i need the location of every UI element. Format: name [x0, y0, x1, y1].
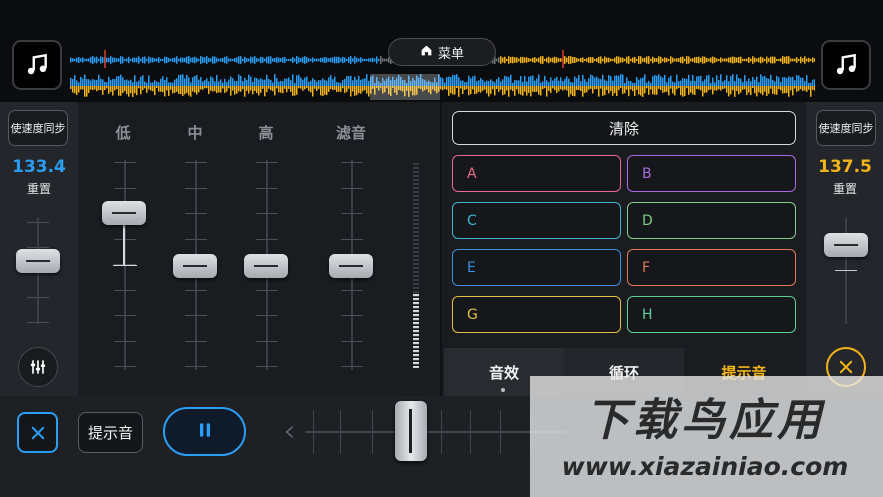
- pad-a[interactable]: A: [452, 155, 621, 192]
- music-note-icon[interactable]: [821, 40, 871, 90]
- eq-tick: [114, 340, 136, 342]
- eq-mid-knob[interactable]: [173, 254, 217, 278]
- eq-label-filter: 滤音: [335, 124, 366, 142]
- eq-tick: [185, 187, 207, 189]
- pad-label: H: [642, 306, 653, 323]
- eq-tick: [341, 315, 363, 316]
- pad-label: A: [467, 165, 477, 182]
- eq-tick: [256, 187, 278, 189]
- eq-tick: [256, 340, 278, 342]
- eq-tick: [341, 289, 363, 291]
- eq-high-knob[interactable]: [244, 254, 288, 278]
- eq-tick: [185, 340, 207, 342]
- eq-low-range-line: [123, 224, 125, 265]
- right-pitch-center-mark: [835, 270, 857, 271]
- right-reset-button[interactable]: 重置: [806, 180, 883, 197]
- menu-button[interactable]: 菜单: [388, 38, 496, 66]
- mixer-panel: [78, 102, 440, 396]
- pad-label: F: [642, 259, 651, 276]
- pad-label: G: [467, 306, 478, 323]
- pad-label: B: [642, 165, 652, 182]
- eq-tick: [114, 366, 136, 367]
- left-pitch-slider[interactable]: [16, 249, 60, 273]
- eq-tick: [114, 187, 136, 189]
- eq-tick: [185, 366, 207, 367]
- music-note-icon[interactable]: [12, 40, 62, 90]
- level-meter-fill: [413, 294, 419, 368]
- home-icon: [420, 44, 433, 61]
- eq-label-low: 低: [115, 124, 131, 142]
- eq-tick: [185, 315, 207, 316]
- pad-f[interactable]: F: [627, 249, 796, 286]
- eq-tick: [256, 315, 278, 316]
- pause-button[interactable]: [163, 407, 246, 456]
- eq-tick: [341, 187, 363, 189]
- eq-tick: [114, 289, 136, 291]
- playhead-window[interactable]: [370, 74, 440, 100]
- close-icon[interactable]: [17, 412, 58, 453]
- eq-tick: [341, 366, 363, 367]
- pad-h[interactable]: H: [627, 296, 796, 333]
- waveform-header: 菜单: [0, 0, 883, 102]
- eq-tick: [185, 289, 207, 291]
- pause-icon: [195, 420, 215, 444]
- eq-tick: [114, 238, 136, 240]
- clear-label: 清除: [608, 119, 639, 138]
- eq-low-knob[interactable]: [102, 201, 146, 225]
- crossfader-tick: [340, 410, 341, 454]
- pad-label: C: [467, 212, 477, 229]
- menu-label: 菜单: [437, 46, 464, 62]
- cue-button-label: 提示音: [87, 424, 133, 442]
- eq-tick: [341, 162, 363, 163]
- left-reset-button[interactable]: 重置: [0, 180, 78, 197]
- left-sync-button[interactable]: 使速度同步: [8, 110, 68, 146]
- tab-effects-label: 音效: [488, 363, 519, 382]
- crossfader-tick: [500, 410, 501, 454]
- crossfader-knob[interactable]: [395, 401, 427, 461]
- eq-tick: [341, 213, 363, 214]
- left-bpm: 133.4: [12, 157, 66, 177]
- pad-label: E: [467, 259, 476, 276]
- eq-tick: [114, 162, 136, 163]
- right-sync-label: 使速度同步: [818, 122, 874, 135]
- watermark-url: www.xiazainiao.com: [561, 452, 849, 481]
- crossfader-track: [305, 431, 565, 433]
- eq-tick: [341, 340, 363, 342]
- eq-tick: [114, 315, 136, 316]
- eq-label-high: 高: [258, 124, 274, 142]
- crossfader-tick: [470, 410, 471, 454]
- left-sync-label: 使速度同步: [10, 122, 66, 135]
- watermark-title: 下载鸟应用: [585, 395, 825, 446]
- eq-tick: [185, 213, 207, 214]
- filter-knob[interactable]: [329, 254, 373, 278]
- eq-tick: [185, 162, 207, 163]
- crossfader-tick: [372, 410, 373, 454]
- crossfader-tick: [313, 410, 314, 454]
- pad-label: D: [642, 212, 653, 229]
- pad-e[interactable]: E: [452, 249, 621, 286]
- pad-g[interactable]: G: [452, 296, 621, 333]
- right-bpm: 137.5: [818, 157, 872, 177]
- tab-indicator-dot: [501, 388, 505, 392]
- eq-label-mid: 中: [187, 124, 203, 142]
- eq-tick: [256, 289, 278, 291]
- pad-c[interactable]: C: [452, 202, 621, 239]
- chevron-left-icon[interactable]: [282, 420, 298, 448]
- right-pitch-slider[interactable]: [824, 233, 868, 257]
- pad-b[interactable]: B: [627, 155, 796, 192]
- eq-tick: [185, 238, 207, 240]
- pad-d[interactable]: D: [627, 202, 796, 239]
- sliders-icon[interactable]: [18, 347, 58, 387]
- eq-tick: [256, 366, 278, 367]
- eq-tick: [256, 238, 278, 240]
- eq-tick: [341, 238, 363, 240]
- eq-tick: [256, 162, 278, 163]
- crossfader-tick: [441, 410, 442, 454]
- eq-low-range-mark: [113, 265, 137, 266]
- right-sync-button[interactable]: 使速度同步: [816, 110, 876, 146]
- cue-button[interactable]: 提示音: [78, 412, 143, 453]
- clear-button[interactable]: 清除: [452, 111, 796, 145]
- eq-tick: [256, 213, 278, 214]
